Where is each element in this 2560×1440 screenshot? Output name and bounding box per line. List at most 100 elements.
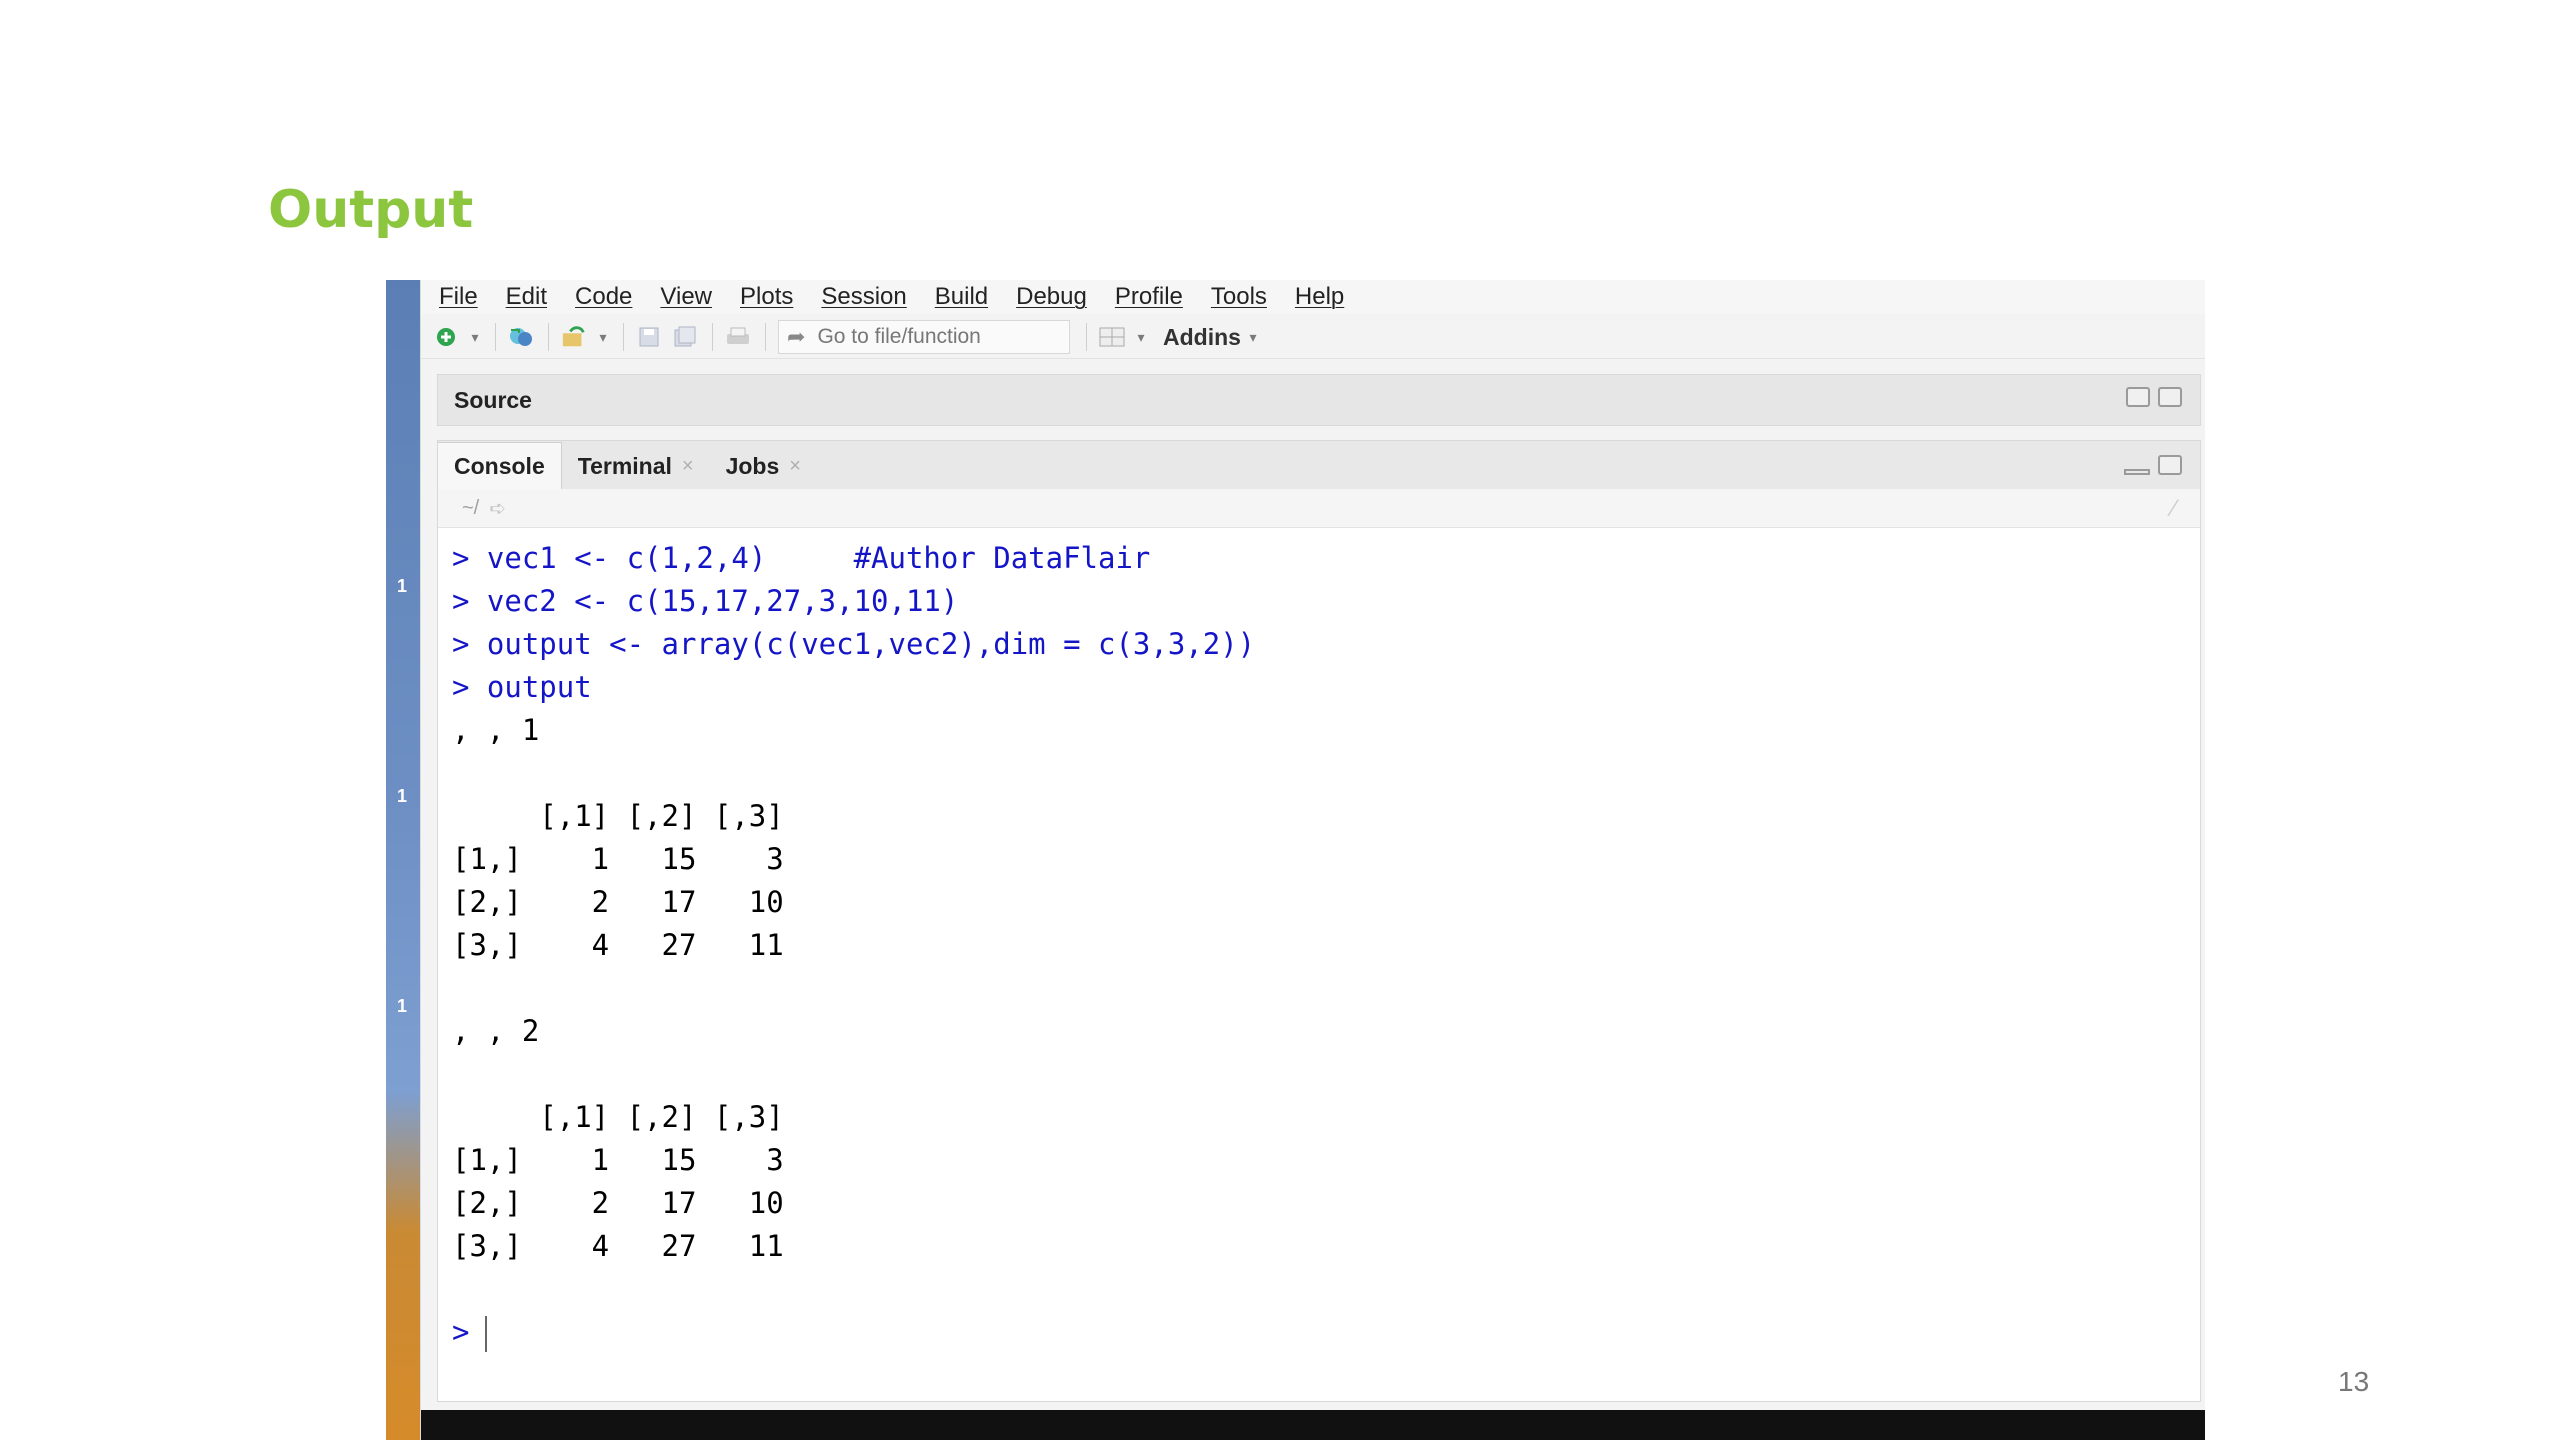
console-output[interactable]: > vec1 <- c(1,2,4) #Author DataFlair > ve… bbox=[452, 537, 2200, 1401]
tab-label: Jobs bbox=[725, 452, 780, 479]
chevron-down-icon[interactable]: ▾ bbox=[597, 324, 609, 350]
console-prompt: > bbox=[452, 541, 487, 575]
console-command-line: > output <- array(c(vec1,vec2),dim = c(3… bbox=[452, 623, 2200, 666]
console-line-text: [2,] 2 17 10 bbox=[452, 885, 784, 919]
menu-tools[interactable]: Tools bbox=[1211, 283, 1267, 311]
chevron-down-icon[interactable]: ▾ bbox=[1247, 324, 1259, 350]
slide-title: Output bbox=[268, 180, 474, 240]
menu-debug[interactable]: Debug bbox=[1016, 283, 1087, 311]
console-line-text: , , 1 bbox=[452, 713, 540, 747]
console-prompt: > bbox=[452, 670, 487, 704]
addins-menu[interactable]: Addins bbox=[1163, 324, 1241, 351]
menu-plots[interactable]: Plots bbox=[740, 283, 793, 311]
menu-session[interactable]: Session bbox=[821, 283, 906, 311]
console-line-text: [1,] 1 15 3 bbox=[452, 1143, 784, 1177]
toolbar-separator bbox=[495, 323, 496, 351]
clear-console-icon[interactable]: ⁄ bbox=[2172, 495, 2176, 523]
console-line-text: [3,] 4 27 11 bbox=[452, 1229, 784, 1263]
tab-terminal[interactable]: Terminal × bbox=[562, 443, 710, 489]
source-pane-title: Source bbox=[454, 387, 532, 413]
taskbar-strip bbox=[421, 1410, 2205, 1440]
console-output-line: [3,] 4 27 11 bbox=[452, 1225, 2200, 1268]
console-line-text: [2,] 2 17 10 bbox=[452, 1186, 784, 1220]
working-directory: ~/ bbox=[462, 496, 480, 519]
console-input-line[interactable]: > bbox=[452, 1311, 2200, 1354]
strip-marker: 1 bbox=[396, 576, 407, 596]
console-prompt: > bbox=[452, 584, 487, 618]
save-all-icon[interactable] bbox=[672, 324, 698, 350]
goto-arrow-icon: ➦ bbox=[787, 324, 806, 349]
toolbar-separator bbox=[1086, 323, 1087, 351]
menu-file[interactable]: File bbox=[439, 283, 478, 311]
close-icon[interactable]: × bbox=[789, 455, 801, 478]
console-output-line: [2,] 2 17 10 bbox=[452, 1182, 2200, 1225]
menu-help[interactable]: Help bbox=[1295, 283, 1344, 311]
page-number: 13 bbox=[2338, 1366, 2370, 1397]
console-output-line: [2,] 2 17 10 bbox=[452, 881, 2200, 924]
console-output-line: [,1] [,2] [,3] bbox=[452, 795, 2200, 838]
console-line-text: output <- array(c(vec1,vec2),dim = c(3,3… bbox=[486, 627, 1256, 661]
restore-icon[interactable] bbox=[2158, 455, 2182, 475]
go-to-directory-icon[interactable]: ➪ bbox=[489, 496, 506, 521]
menu-profile[interactable]: Profile bbox=[1115, 283, 1183, 311]
console-output-line: , , 2 bbox=[452, 1010, 2200, 1053]
menu-edit[interactable]: Edit bbox=[506, 283, 547, 311]
tab-jobs[interactable]: Jobs × bbox=[710, 443, 817, 489]
toolbar-separator bbox=[712, 323, 713, 351]
console-command-line: > vec2 <- c(15,17,27,3,10,11) bbox=[452, 580, 2200, 623]
menu-code[interactable]: Code bbox=[575, 283, 632, 311]
save-icon[interactable] bbox=[636, 324, 662, 350]
console-output-line: [1,] 1 15 3 bbox=[452, 838, 2200, 881]
toolbar-separator bbox=[623, 323, 624, 351]
console-line-text: vec1 <- c(1,2,4) #Author DataFlair bbox=[486, 541, 1151, 575]
console-output-line: , , 1 bbox=[452, 709, 2200, 752]
chevron-down-icon[interactable]: ▾ bbox=[469, 324, 481, 350]
minimize-icon[interactable] bbox=[2124, 469, 2150, 475]
console-output-line: [1,] 1 15 3 bbox=[452, 1139, 2200, 1182]
menu-view[interactable]: View bbox=[660, 283, 712, 311]
restore-icon[interactable] bbox=[2126, 387, 2150, 407]
print-icon[interactable] bbox=[725, 324, 751, 350]
main-toolbar: ▾ ▾ ➦ Go to file/function ▾ Addins ▾ bbox=[421, 316, 2205, 359]
tab-label: Terminal bbox=[577, 452, 672, 479]
console-command-line: > output bbox=[452, 666, 2200, 709]
tab-label: Console bbox=[454, 452, 545, 479]
maximize-icon[interactable] bbox=[2158, 387, 2182, 407]
open-project-icon[interactable] bbox=[508, 324, 534, 350]
toolbar-separator bbox=[548, 323, 549, 351]
chevron-down-icon[interactable]: ▾ bbox=[1135, 324, 1147, 350]
left-window-strip: 1 1 1 bbox=[386, 280, 422, 1440]
tab-console[interactable]: Console bbox=[438, 442, 562, 489]
menu-build[interactable]: Build bbox=[935, 283, 988, 311]
console-line-text: [,1] [,2] [,3] bbox=[452, 799, 784, 833]
console-line-text: , , 2 bbox=[452, 1014, 540, 1048]
console-output-line: [,1] [,2] [,3] bbox=[452, 1096, 2200, 1139]
console-prompt: > bbox=[452, 627, 487, 661]
console-line-text: [3,] 4 27 11 bbox=[452, 928, 784, 962]
working-directory-bar: ~/ ➪ ⁄ bbox=[438, 489, 2200, 528]
console-prompt: > bbox=[452, 1315, 470, 1349]
goto-file-input[interactable]: ➦ Go to file/function bbox=[778, 320, 1070, 354]
console-output-line: [3,] 4 27 11 bbox=[452, 924, 2200, 967]
source-pane: Source bbox=[437, 374, 2201, 426]
strip-marker: 1 bbox=[396, 786, 407, 806]
goto-placeholder: Go to file/function bbox=[817, 325, 981, 348]
console-tabs: Console Terminal × Jobs × bbox=[438, 441, 2200, 489]
close-icon[interactable]: × bbox=[682, 455, 694, 478]
console-pane: Console Terminal × Jobs × ~/ ➪ ⁄ > vec1 … bbox=[437, 440, 2201, 1402]
text-cursor bbox=[485, 1316, 488, 1352]
console-line-text: vec2 <- c(15,17,27,3,10,11) bbox=[486, 584, 959, 618]
open-file-icon[interactable] bbox=[561, 324, 587, 350]
strip-marker: 1 bbox=[396, 996, 407, 1016]
console-line-text: [,1] [,2] [,3] bbox=[452, 1100, 784, 1134]
console-command-line: > vec1 <- c(1,2,4) #Author DataFlair bbox=[452, 537, 2200, 580]
grid-icon[interactable] bbox=[1099, 324, 1125, 350]
rstudio-window: File Edit Code View Plots Session Build … bbox=[421, 280, 2205, 1440]
menubar: File Edit Code View Plots Session Build … bbox=[421, 280, 2205, 314]
console-line-text: [1,] 1 15 3 bbox=[452, 842, 784, 876]
new-file-icon[interactable] bbox=[433, 324, 459, 350]
